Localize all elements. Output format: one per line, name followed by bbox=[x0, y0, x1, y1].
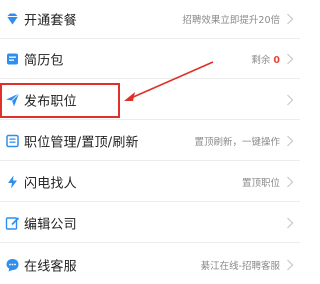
annotation-arrow bbox=[124, 61, 214, 101]
